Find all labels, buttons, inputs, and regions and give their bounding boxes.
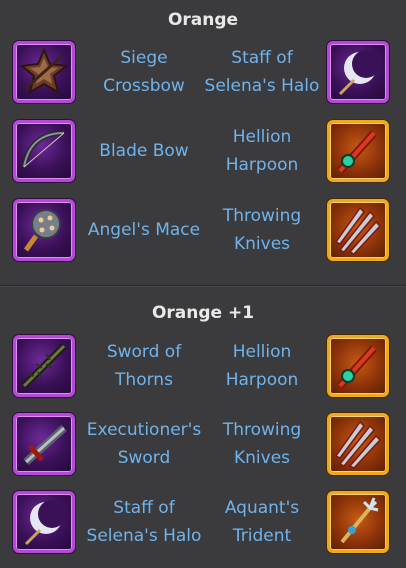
section-orange: Orange Siege Crossbow Staff of Selena's … [0, 0, 406, 286]
item-row: Sword of Thorns Hellion Harpoon [0, 335, 406, 405]
item-row: Staff of Selena's Halo Aquant's Trident [0, 491, 406, 561]
throwing-knives-icon[interactable] [327, 413, 389, 475]
item-row: Angel's Mace Throwing Knives [0, 199, 406, 269]
item-name[interactable]: Blade Bow [82, 120, 206, 182]
staff-of-selenas-halo-icon[interactable] [327, 41, 389, 103]
item-name[interactable]: Aquant's Trident [200, 491, 324, 553]
section-title: Orange [167, 10, 239, 30]
blade-bow-icon[interactable] [13, 120, 75, 182]
item-row: Blade Bow Hellion Harpoon [0, 120, 406, 190]
item-name[interactable]: Hellion Harpoon [200, 335, 324, 397]
item-row: Siege Crossbow Staff of Selena's Halo [0, 41, 406, 111]
hellion-harpoon-icon[interactable] [327, 335, 389, 397]
siege-crossbow-icon[interactable] [13, 41, 75, 103]
item-name[interactable]: Angel's Mace [82, 199, 206, 261]
sword-of-thorns-icon[interactable] [13, 335, 75, 397]
item-row: Executioner's Sword Throwing Knives [0, 413, 406, 483]
aquants-trident-icon[interactable] [327, 491, 389, 553]
item-name[interactable]: Staff of Selena's Halo [82, 491, 206, 553]
item-name[interactable]: Executioner's Sword [82, 413, 206, 475]
item-name[interactable]: Throwing Knives [200, 199, 324, 261]
angels-mace-icon[interactable] [13, 199, 75, 261]
section-title: Orange +1 [151, 303, 255, 323]
section-orange-plus-1: Orange +1 Sword of Thorns Hellion Harpoo… [0, 286, 406, 568]
hellion-harpoon-icon[interactable] [327, 120, 389, 182]
item-name[interactable]: Sword of Thorns [82, 335, 206, 397]
staff-of-selenas-halo-icon[interactable] [13, 491, 75, 553]
item-name[interactable]: Staff of Selena's Halo [200, 41, 324, 103]
item-name[interactable]: Hellion Harpoon [200, 120, 324, 182]
item-name[interactable]: Throwing Knives [200, 413, 324, 475]
throwing-knives-icon[interactable] [327, 199, 389, 261]
item-name[interactable]: Siege Crossbow [82, 41, 206, 103]
executioners-sword-icon[interactable] [13, 413, 75, 475]
